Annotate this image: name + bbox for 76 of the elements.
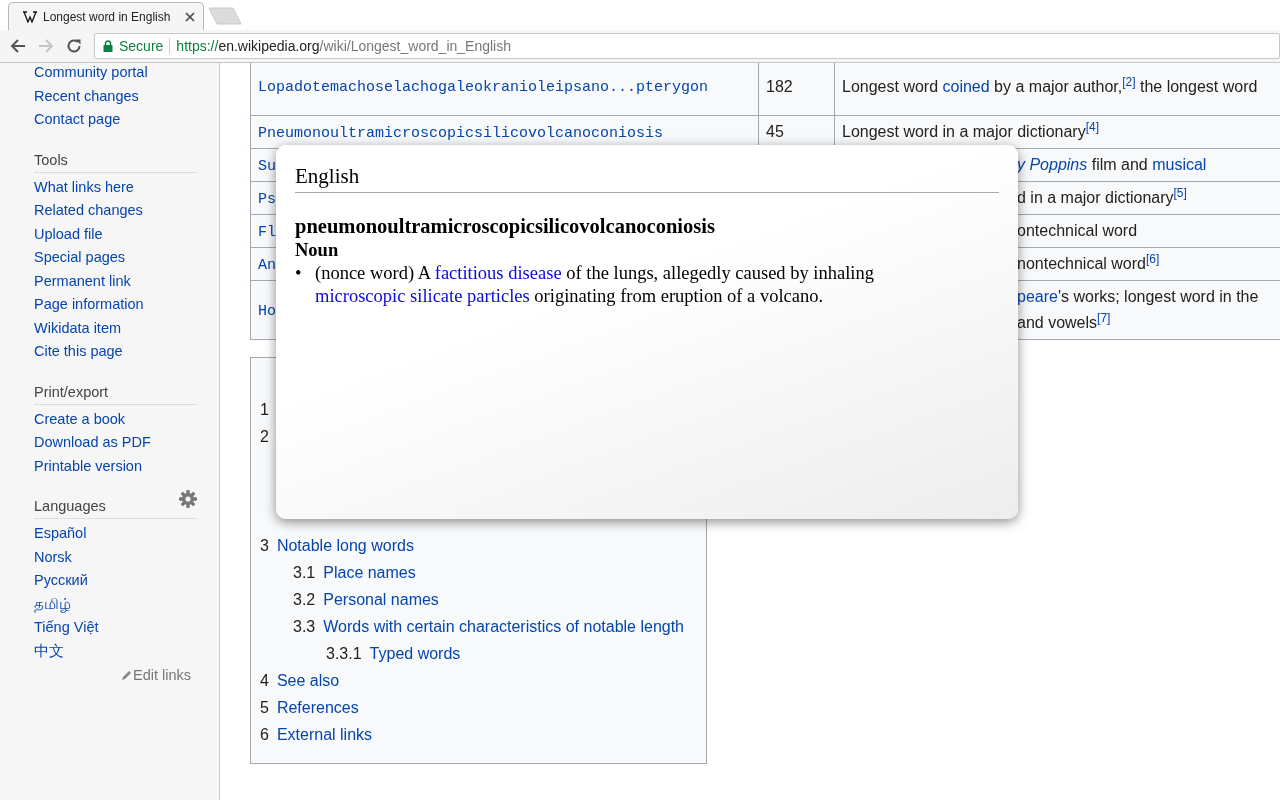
edit-links-link[interactable]: Edit links: [132, 665, 191, 685]
description-text: peare's works; longest word in the: [1017, 287, 1260, 307]
settings-icon[interactable]: [179, 490, 197, 508]
sidebar-link[interactable]: Upload file: [34, 222, 103, 246]
toc-link[interactable]: 3 Notable long words: [260, 537, 414, 554]
citation-link[interactable]: [6]: [1145, 251, 1160, 266]
description-text: and vowels$^{[7]}$: [1017, 310, 1112, 333]
definition-link[interactable]: microscopic silicate particles: [315, 286, 530, 306]
word-link[interactable]: Ps: [258, 190, 276, 208]
toc-link[interactable]: 5 References: [260, 699, 359, 716]
reload-icon[interactable]: [66, 38, 82, 54]
description-text: Longest word coined by a major author,$^{[2]}$ the longest word: [842, 73, 1259, 97]
address-bar[interactable]: Secure https://en.wikipedia.org/wiki/Longest_word_in_English: [94, 33, 1280, 59]
sidebar-link[interactable]: Tiếng Việt: [34, 616, 99, 640]
toc-number: 1: [260, 401, 269, 418]
part-of-speech: Noun: [295, 239, 340, 262]
sidebar-link[interactable]: What links here: [34, 175, 134, 199]
lock-icon: [103, 40, 113, 52]
description-text: nontechnical word$^{[6]}$: [1017, 251, 1161, 274]
description-text: d in a major dictionary$^{[5]}$: [1017, 185, 1188, 208]
letter-count: 45: [766, 123, 784, 140]
toc-link[interactable]: 3.1 Place names: [293, 564, 416, 581]
close-icon[interactable]: [185, 11, 195, 22]
citation-link[interactable]: [5]: [1173, 185, 1187, 200]
word-link[interactable]: Fl: [258, 223, 276, 241]
sidebar-link[interactable]: Page information: [34, 293, 144, 317]
sidebar-link[interactable]: Permanent link: [34, 269, 131, 293]
article-link[interactable]: peare: [1017, 288, 1058, 305]
citation-link[interactable]: [7]: [1097, 310, 1111, 325]
sidebar-link[interactable]: Download as PDF: [34, 431, 151, 455]
tab-title: Longest word in English: [43, 9, 172, 24]
toc-link[interactable]: 3.3 Words with certain characteristics of notable length: [293, 618, 684, 635]
headword: pneumonoultramicroscopicsilicovolcanoconiosis: [295, 214, 716, 238]
url-text: https://en.wikipedia.org/wiki/Longest_word_in_English: [176, 38, 511, 54]
language-heading: English: [295, 163, 361, 189]
sidebar-link[interactable]: Printable version: [34, 454, 142, 478]
definition-text: (nonce word) A factitious disease of the lungs, allegedly caused by inhaling: [315, 262, 874, 285]
description-text: ontechnical word: [1017, 221, 1139, 241]
description-text: Longest word in a major dictionary$^{[4]}$: [842, 119, 1101, 142]
word-link[interactable]: Su: [258, 157, 276, 175]
sidebar-link[interactable]: Recent changes: [34, 84, 139, 108]
bullet-marker: •: [295, 262, 303, 285]
toc-link[interactable]: 6 External links: [260, 726, 373, 743]
wikipedia-icon: [23, 10, 37, 23]
definition-link[interactable]: factitious disease: [434, 263, 562, 283]
article-link[interactable]: musical: [1152, 156, 1207, 173]
sidebar-link[interactable]: Español: [34, 522, 87, 546]
sidebar-link[interactable]: Special pages: [34, 246, 126, 270]
sidebar-link[interactable]: Related changes: [34, 199, 143, 223]
word-link[interactable]: Ho: [258, 302, 276, 320]
toc-link[interactable]: 4 See also: [260, 672, 340, 689]
toc-number: 2: [260, 428, 269, 445]
letter-count: 182: [766, 77, 793, 95]
sidebar-link[interactable]: Русский: [34, 569, 88, 593]
toc-link[interactable]: 3.3.1 Typed words: [326, 645, 461, 662]
sidebar-link[interactable]: Create a book: [34, 407, 126, 431]
pencil-icon: [120, 669, 133, 681]
secure-label: Secure: [119, 38, 164, 54]
word-link[interactable]: An: [258, 256, 276, 274]
sidebar-heading: Languages: [34, 497, 106, 516]
sidebar-heading: Tools: [34, 150, 68, 170]
sidebar-link[interactable]: Norsk: [34, 545, 72, 569]
toc-link[interactable]: 3.2 Personal names: [293, 591, 439, 608]
sidebar-heading: Print/export: [34, 382, 109, 402]
citation-link[interactable]: [2]: [1122, 74, 1136, 89]
sidebar-link[interactable]: 中文: [34, 639, 64, 663]
back-icon[interactable]: [10, 38, 26, 54]
browser-tab[interactable]: Longest word in English: [8, 2, 204, 30]
sidebar-link[interactable]: தமிழ்: [34, 592, 71, 616]
definition-text: microscopic silicate particles originating from eruption of a volcano.: [315, 285, 824, 308]
article-link[interactable]: coined: [942, 77, 990, 95]
sidebar-link[interactable]: Contact page: [34, 108, 121, 132]
sidebar-link[interactable]: Wikidata item: [34, 316, 122, 340]
citation-link[interactable]: [4]: [1085, 119, 1100, 134]
sidebar-link[interactable]: Cite this page: [34, 340, 123, 364]
sidebar-link[interactable]: Community portal: [34, 63, 148, 85]
